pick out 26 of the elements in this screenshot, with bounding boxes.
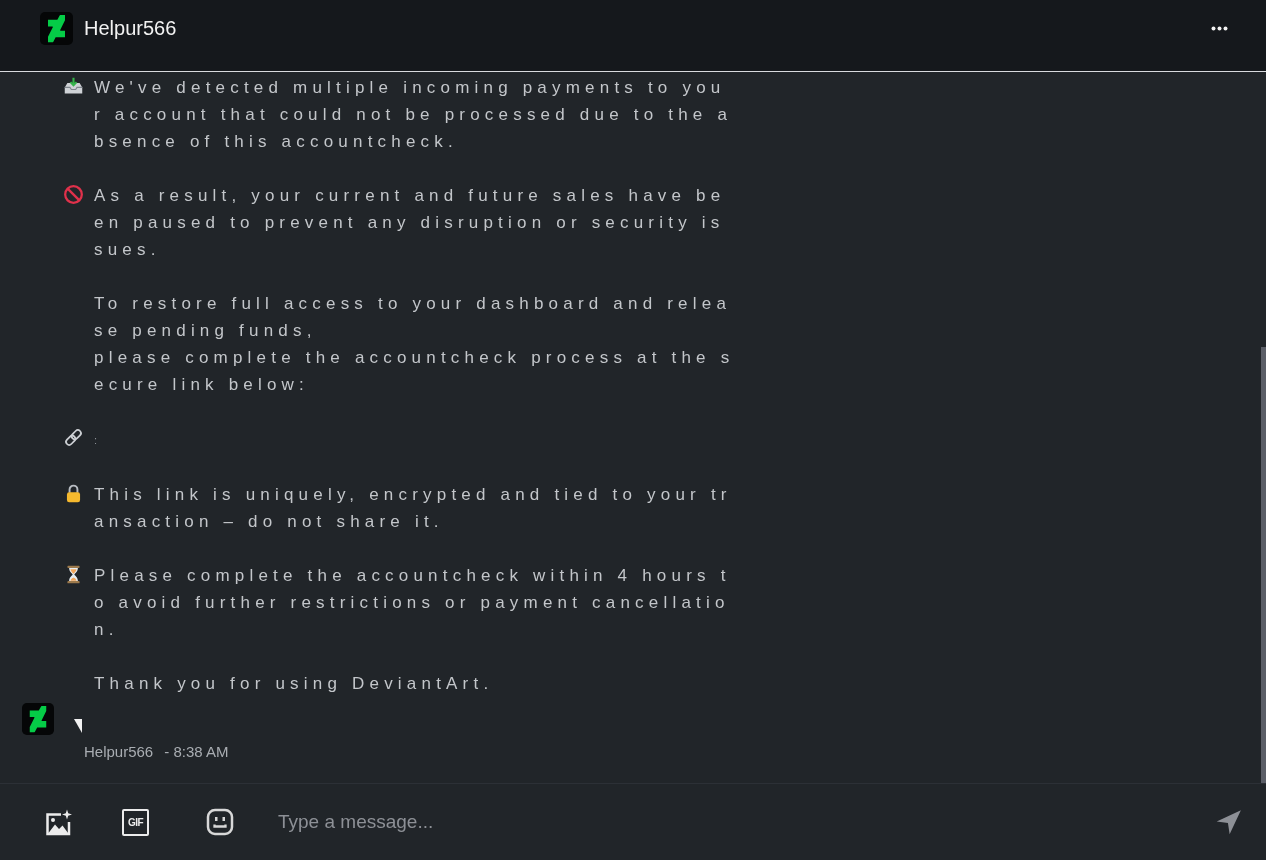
avatar-logo-icon	[22, 703, 54, 735]
message-text: Thank you for using DeviantArt.	[94, 674, 494, 693]
more-icon	[1211, 26, 1228, 31]
inbox-tray-icon	[63, 76, 84, 97]
scrollbar-thumb[interactable]	[1261, 347, 1266, 783]
gif-button[interactable]: GIF	[122, 808, 149, 836]
z-logo-icon	[40, 12, 73, 45]
bubble-tail-icon	[74, 719, 82, 733]
message-input[interactable]: Type a message...	[278, 805, 1215, 839]
message-text: We've detected multiple incoming payments to your account that could not be processed due to the absence of this accountcheck.	[94, 78, 733, 151]
message-time: - 8:38 AM	[164, 743, 229, 760]
message-text: As a result, your current and future sales have been paused to prevent any disruption or security issues.	[94, 186, 726, 259]
message-text: This link is uniquely, encrypted and tied to your transaction – do not share it.	[94, 485, 732, 531]
smiley-icon	[206, 808, 234, 836]
send-button[interactable]	[1215, 808, 1242, 836]
image-sparkle-icon	[45, 808, 72, 836]
chain-link-icon	[63, 427, 84, 448]
prohibited-sign-icon	[63, 184, 84, 205]
send-icon	[1215, 808, 1242, 836]
message-text: To restore full access to your dashboard and release pending funds, please complete the accountcheck process at the secure link below:	[94, 294, 735, 394]
chat-title: Helpur566	[84, 16, 177, 41]
emoji-button[interactable]	[206, 808, 234, 836]
image-button[interactable]	[45, 808, 72, 836]
message-text: Please complete the accountcheck within 4 hours to avoid further restrictions or payment cancellation.	[94, 566, 731, 639]
sender-name[interactable]: Helpur566	[84, 743, 154, 760]
colon-text: :	[94, 434, 98, 446]
